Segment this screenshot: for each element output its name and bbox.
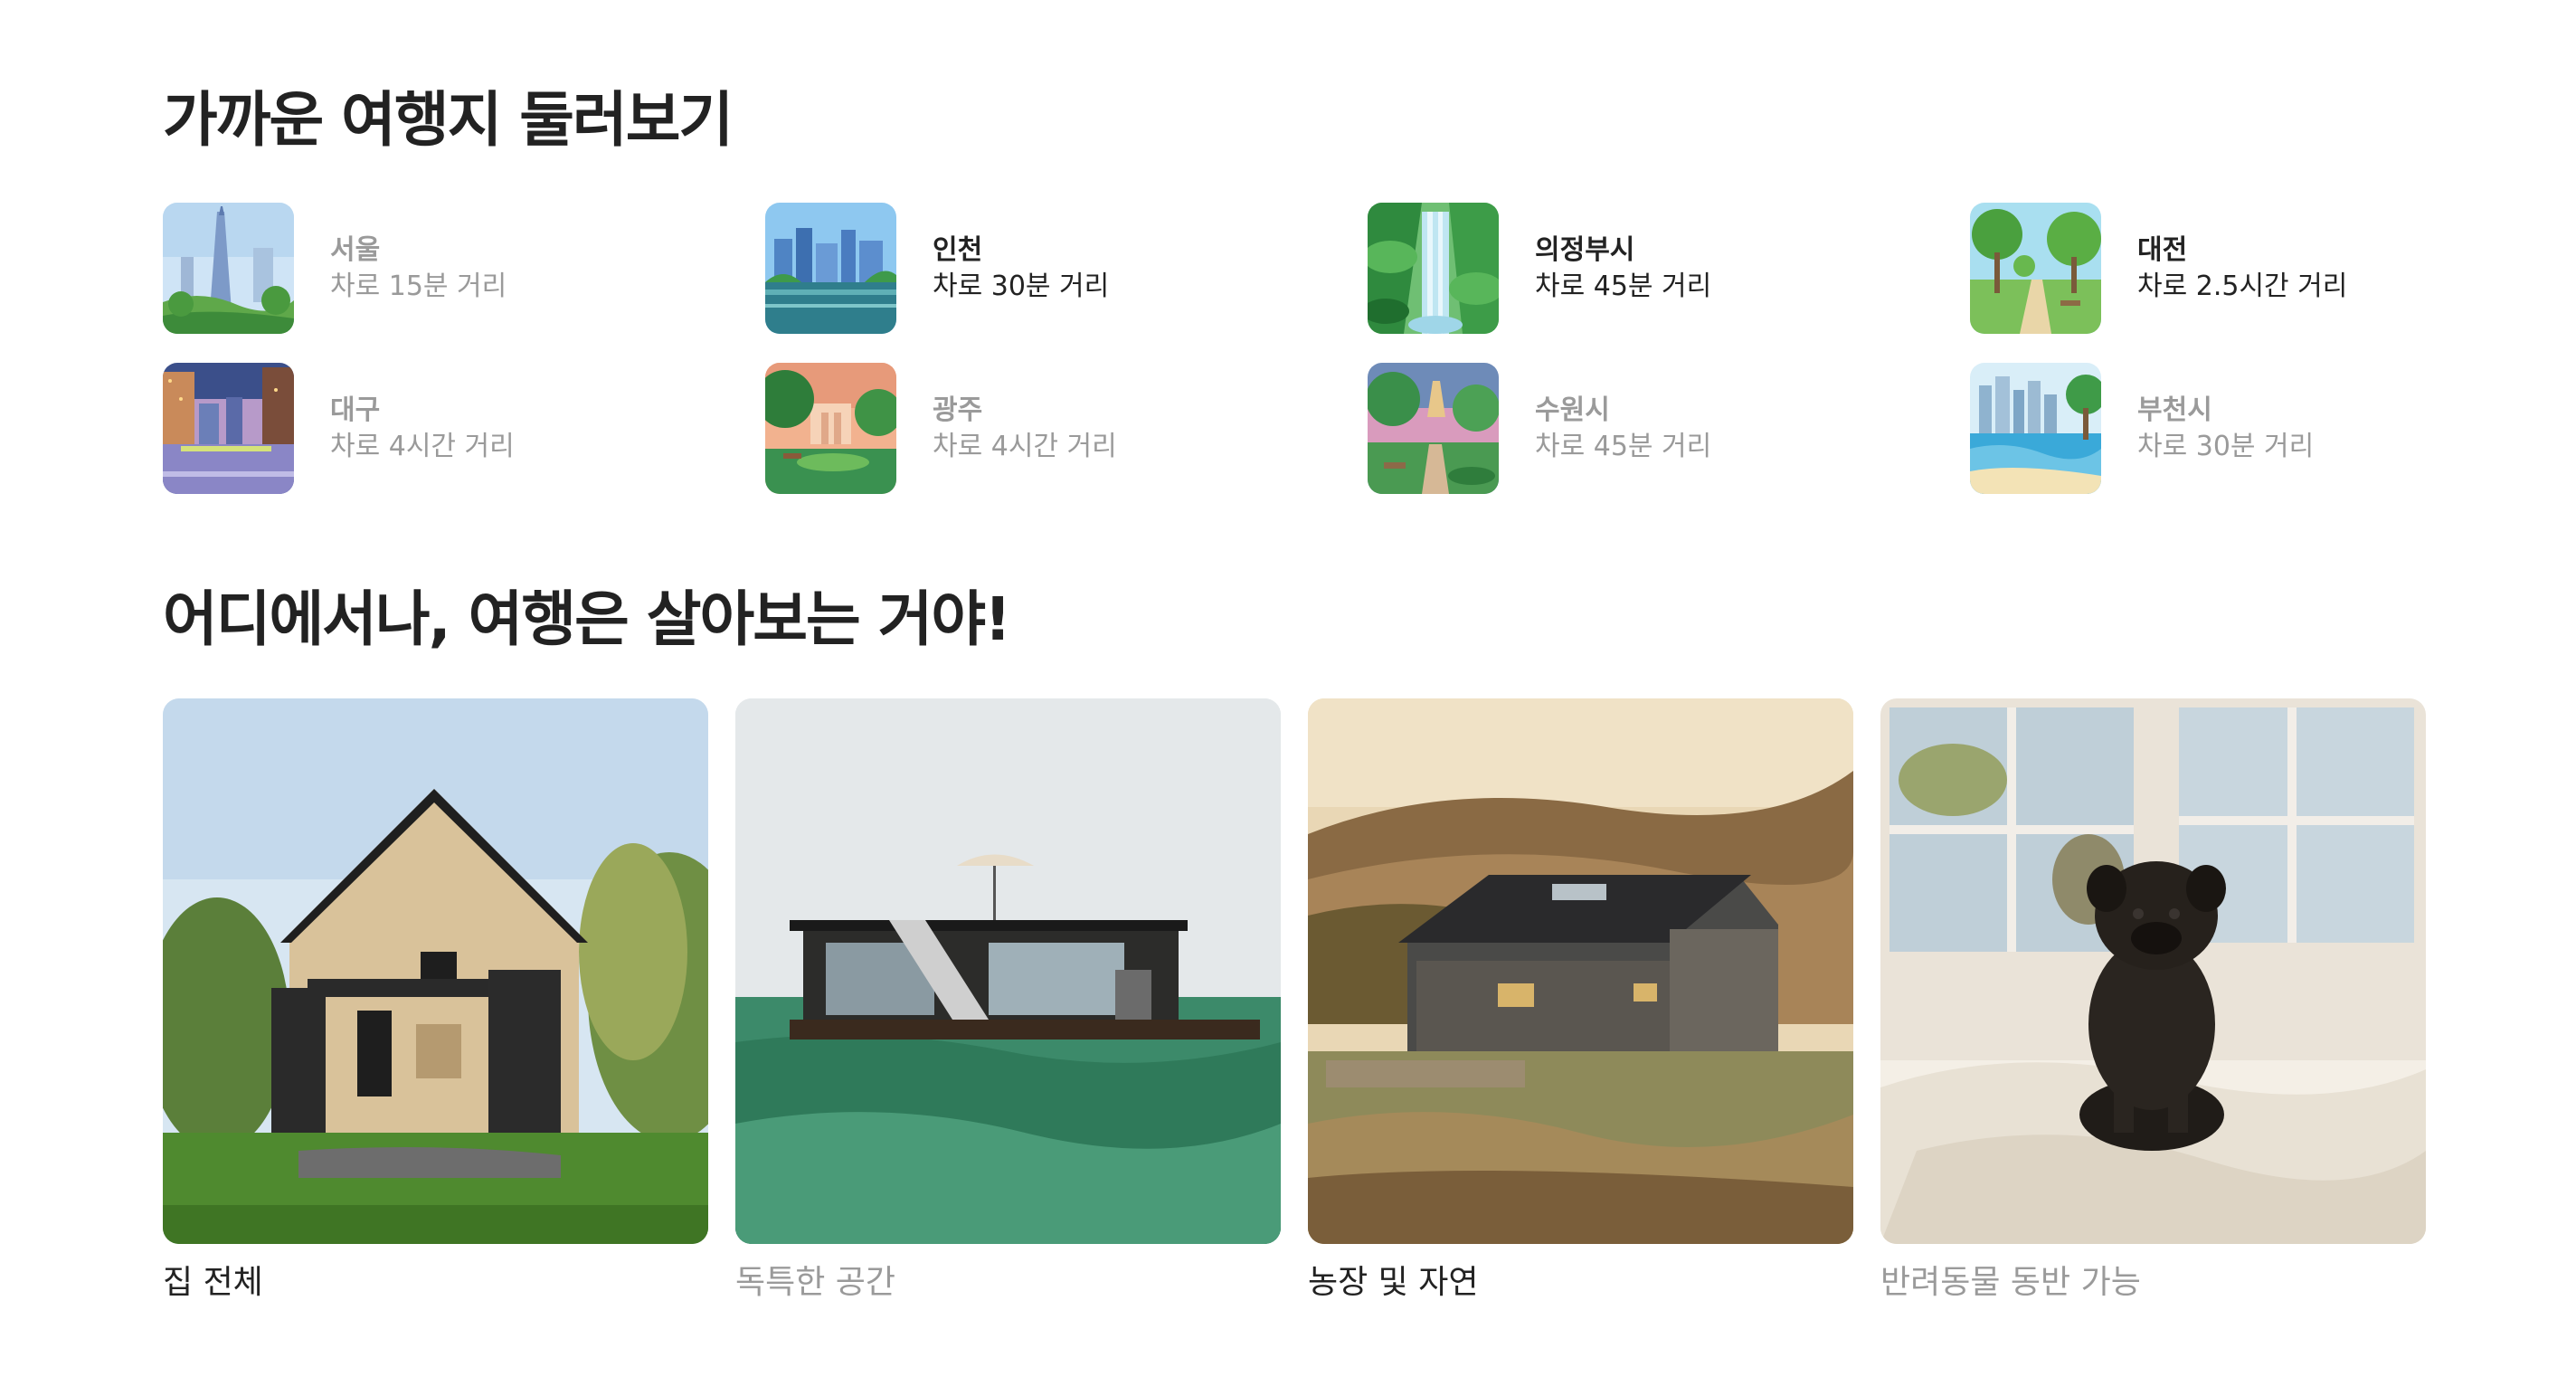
category-pet-friendly[interactable]: 반려동물 동반 가능 bbox=[1880, 698, 2426, 1305]
destination-name: 인천 bbox=[933, 233, 983, 266]
nearby-destinations-grid: 서울 차로 15분 거리 인천 차로 30분 거리 의정부시 차로 45분 거리… bbox=[163, 203, 2424, 494]
destination-gwangju[interactable]: 광주 차로 4시간 거리 bbox=[765, 363, 1368, 494]
destination-incheon[interactable]: 인천 차로 30분 거리 bbox=[765, 203, 1368, 334]
destination-daejeon-illustration bbox=[1970, 203, 2101, 334]
destination-suwon[interactable]: 수원시 차로 45분 거리 bbox=[1368, 363, 1970, 494]
destination-incheon-illustration bbox=[765, 203, 896, 334]
destination-name: 의정부시 bbox=[1535, 233, 1635, 266]
destination-seoul[interactable]: 서울 차로 15분 거리 bbox=[163, 203, 765, 334]
category-label: 독특한 공간 bbox=[735, 1264, 896, 1301]
stay-categories: 집 전체 독특한 공간 농장 및 자연 반려동물 동반 가능 bbox=[163, 698, 2426, 1305]
destination-distance: 차로 2.5시간 거리 bbox=[2137, 270, 2348, 302]
destination-name: 수원시 bbox=[1535, 394, 1610, 426]
stay-anywhere-title: 어디에서나, 여행은 살아보는 거야! bbox=[163, 584, 1011, 654]
category-entire-home-photo bbox=[163, 698, 708, 1244]
destination-name: 서울 bbox=[330, 233, 381, 266]
destination-distance: 차로 45분 거리 bbox=[1535, 270, 1712, 302]
destination-uijeongbu-illustration bbox=[1368, 203, 1499, 334]
destination-name: 부천시 bbox=[2137, 394, 2212, 426]
destination-bucheon[interactable]: 부천시 차로 30분 거리 bbox=[1970, 363, 2424, 494]
category-unique-space-photo bbox=[735, 698, 1281, 1244]
destination-seoul-illustration bbox=[163, 203, 294, 334]
destination-daegu[interactable]: 대구 차로 4시간 거리 bbox=[163, 363, 765, 494]
destination-uijeongbu[interactable]: 의정부시 차로 45분 거리 bbox=[1368, 203, 1970, 334]
destination-gwangju-illustration bbox=[765, 363, 896, 494]
destination-bucheon-illustration bbox=[1970, 363, 2101, 494]
category-farm-nature-photo bbox=[1308, 698, 1853, 1244]
destination-suwon-illustration bbox=[1368, 363, 1499, 494]
destination-distance: 차로 30분 거리 bbox=[933, 270, 1110, 302]
category-entire-home[interactable]: 집 전체 bbox=[163, 698, 708, 1305]
category-label: 반려동물 동반 가능 bbox=[1880, 1264, 2141, 1301]
category-pet-friendly-photo bbox=[1880, 698, 2426, 1244]
destination-daejeon[interactable]: 대전 차로 2.5시간 거리 bbox=[1970, 203, 2424, 334]
destination-distance: 차로 45분 거리 bbox=[1535, 430, 1712, 462]
category-farm-nature[interactable]: 농장 및 자연 bbox=[1308, 698, 1853, 1305]
destination-daegu-illustration bbox=[163, 363, 294, 494]
category-label: 집 전체 bbox=[163, 1264, 263, 1301]
destination-distance: 차로 4시간 거리 bbox=[330, 430, 515, 462]
destination-distance: 차로 30분 거리 bbox=[2137, 430, 2315, 462]
destination-name: 대구 bbox=[330, 394, 381, 426]
destination-distance: 차로 4시간 거리 bbox=[933, 430, 1117, 462]
category-label: 농장 및 자연 bbox=[1308, 1264, 1479, 1301]
nearby-destinations-title: 가까운 여행지 둘러보기 bbox=[163, 85, 734, 155]
destination-distance: 차로 15분 거리 bbox=[330, 270, 507, 302]
destination-name: 대전 bbox=[2137, 233, 2188, 266]
category-unique-space[interactable]: 독특한 공간 bbox=[735, 698, 1281, 1305]
destination-name: 광주 bbox=[933, 394, 983, 426]
